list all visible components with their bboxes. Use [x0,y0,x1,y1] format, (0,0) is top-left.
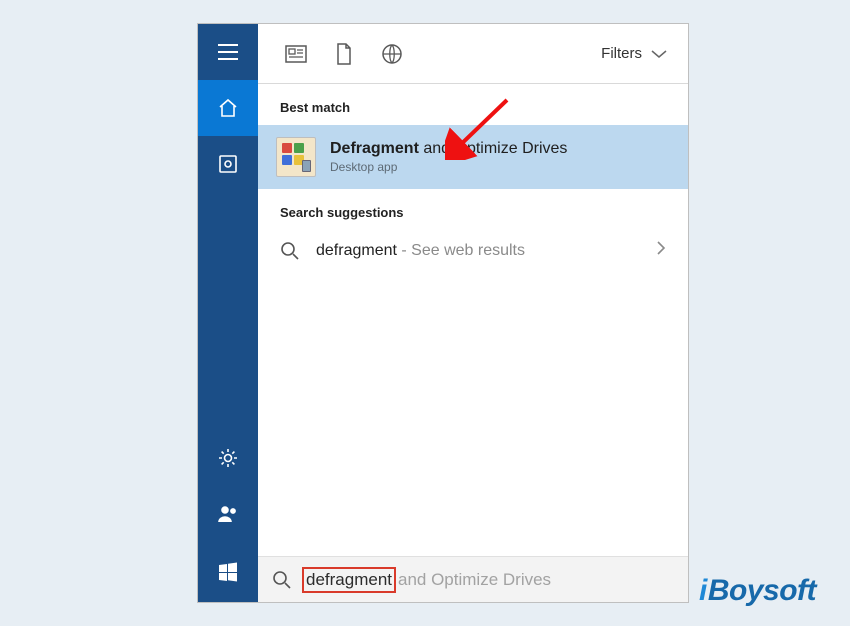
sidebar-home[interactable] [198,80,258,136]
sidebar-apps[interactable] [198,136,258,192]
best-match-header: Best match [258,84,688,125]
best-match-title-bold: Defragment [330,140,419,157]
gear-icon [217,447,239,469]
sidebar-people[interactable] [198,486,258,542]
search-panel: Filters Best match Defragment and Optimi… [258,24,688,602]
best-match-text: Defragment and Optimize Drives Desktop a… [330,140,567,174]
news-icon [285,45,307,63]
best-match-result[interactable]: Defragment and Optimize Drives Desktop a… [258,125,688,189]
search-icon [280,241,300,261]
sidebar-start[interactable] [198,542,258,602]
document-icon [335,43,353,65]
search-typed: defragment [302,567,396,593]
search-input[interactable]: defragment and Optimize Drives [302,567,551,593]
suggestion-sep: - [397,242,411,259]
chevron-down-icon [650,49,668,59]
watermark: iBoysoft [699,574,816,608]
suggestion-expand[interactable] [656,240,666,261]
filters-label: Filters [601,45,642,62]
sidebar-settings[interactable] [198,430,258,486]
suggestion-item[interactable]: defragment - See web results [258,230,688,271]
windows-icon [217,561,239,583]
best-match-title-rest: and Optimize Drives [419,140,568,157]
search-input-bar[interactable]: defragment and Optimize Drives [258,556,688,602]
sidebar-menu[interactable] [198,24,258,80]
toolbar-news[interactable] [272,24,320,84]
best-match-title: Defragment and Optimize Drives [330,140,567,158]
cortana-search-window: Filters Best match Defragment and Optimi… [197,23,689,603]
apps-icon [218,154,238,174]
home-icon [217,98,239,118]
watermark-rest: Boysoft [708,574,816,607]
start-sidebar [198,24,258,602]
watermark-prefix: i [699,574,707,607]
search-completion: and Optimize Drives [398,570,551,590]
hamburger-icon [218,44,238,60]
toolbar-web[interactable] [368,24,416,84]
suggestion-text: defragment - See web results [316,242,640,260]
search-toolbar: Filters [258,24,688,84]
best-match-subtitle: Desktop app [330,160,567,174]
toolbar-documents[interactable] [320,24,368,84]
search-icon [272,570,292,590]
people-icon [217,504,239,524]
chevron-right-icon [656,240,666,256]
suggestions-header: Search suggestions [258,189,688,230]
suggestion-hint: See web results [411,242,525,259]
globe-icon [381,43,403,65]
filters-button[interactable]: Filters [595,45,674,62]
suggestion-term: defragment [316,242,397,259]
defrag-icon [276,137,316,177]
